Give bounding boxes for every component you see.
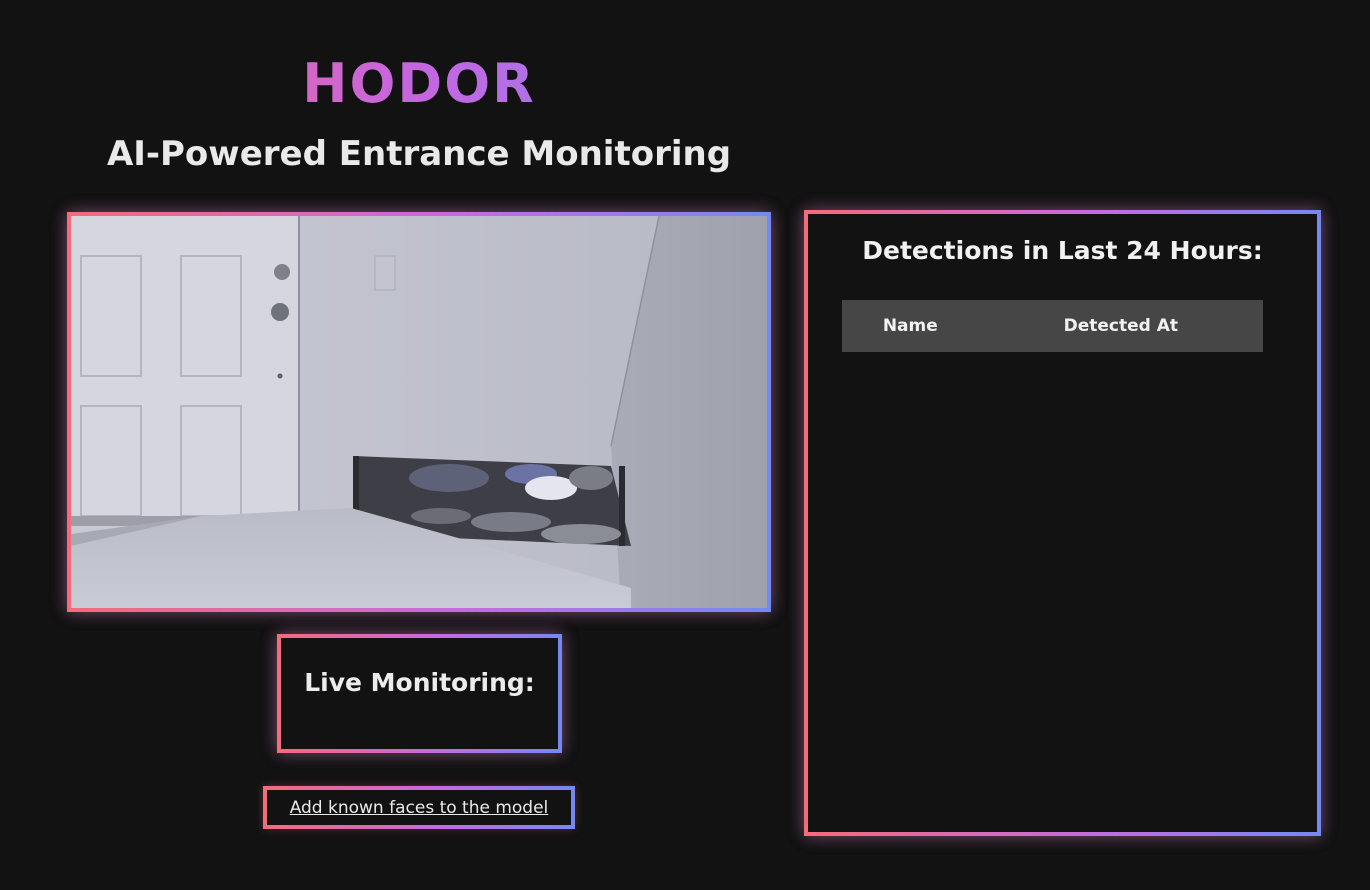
live-monitoring-label: Live Monitoring: <box>304 668 535 697</box>
app-title: HODOR <box>0 52 838 116</box>
add-faces-link-box: Add known faces to the model <box>263 786 575 829</box>
app-subtitle: AI-Powered Entrance Monitoring <box>106 134 732 174</box>
live-monitoring-box: Live Monitoring: <box>277 634 562 753</box>
detections-table-header-row: Name Detected At <box>842 300 1263 352</box>
detections-panel: Detections in Last 24 Hours: Name Detect… <box>804 210 1321 836</box>
detections-table: Name Detected At <box>842 300 1263 352</box>
camera-feed-frame <box>67 212 771 612</box>
column-header-detected-at: Detected At <box>978 300 1263 352</box>
camera-feed <box>71 216 767 608</box>
camera-feed-image <box>71 216 767 608</box>
column-header-name: Name <box>842 300 979 352</box>
page: HODOR AI-Powered Entrance Monitoring Liv… <box>0 0 1370 890</box>
add-known-faces-link[interactable]: Add known faces to the model <box>267 798 571 818</box>
detections-title: Detections in Last 24 Hours: <box>862 236 1263 265</box>
